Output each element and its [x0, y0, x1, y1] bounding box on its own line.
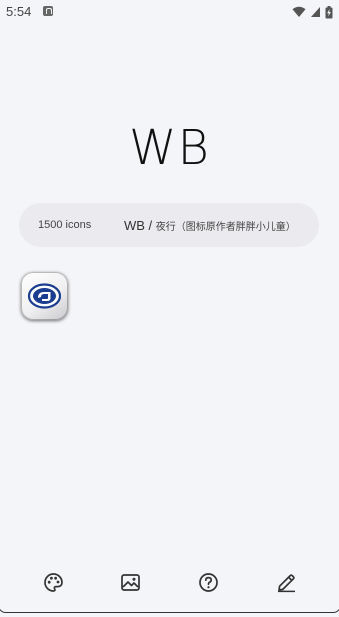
bottom-nav: [0, 566, 339, 596]
wallpaper-button[interactable]: [118, 570, 142, 594]
status-icons: [292, 5, 333, 19]
signal-icon: [311, 7, 320, 17]
railway-app-icon[interactable]: [21, 272, 68, 320]
palette-button[interactable]: [41, 570, 65, 594]
edit-button[interactable]: [274, 570, 298, 594]
home-indicator: [0, 598, 339, 613]
edit-icon: [277, 573, 295, 592]
palette-icon: [43, 572, 63, 592]
pack-subtitle: 夜行（图标原作者胖胖小儿童）: [155, 222, 296, 233]
status-time: 5:54: [6, 4, 32, 19]
status-bar: 5:54: [0, 0, 339, 24]
home-indicator-line: [0, 609, 339, 613]
wifi-icon: [292, 6, 306, 17]
pack-name: WB / 夜行（图标原作者胖胖小儿童）: [124, 218, 296, 233]
help-icon: [198, 572, 218, 592]
railway-logo-icon: [28, 283, 61, 309]
wallpaper-icon: [120, 573, 140, 591]
pack-title: WB /: [124, 218, 156, 233]
battery-icon: [325, 5, 333, 18]
icon-pack-info: 1500 icons WB / 夜行（图标原作者胖胖小儿童）: [19, 203, 319, 247]
help-button[interactable]: [196, 570, 220, 594]
icon-count: 1500 icons: [38, 219, 92, 231]
notification-icon: [43, 6, 53, 16]
page-title: WB: [129, 120, 210, 176]
